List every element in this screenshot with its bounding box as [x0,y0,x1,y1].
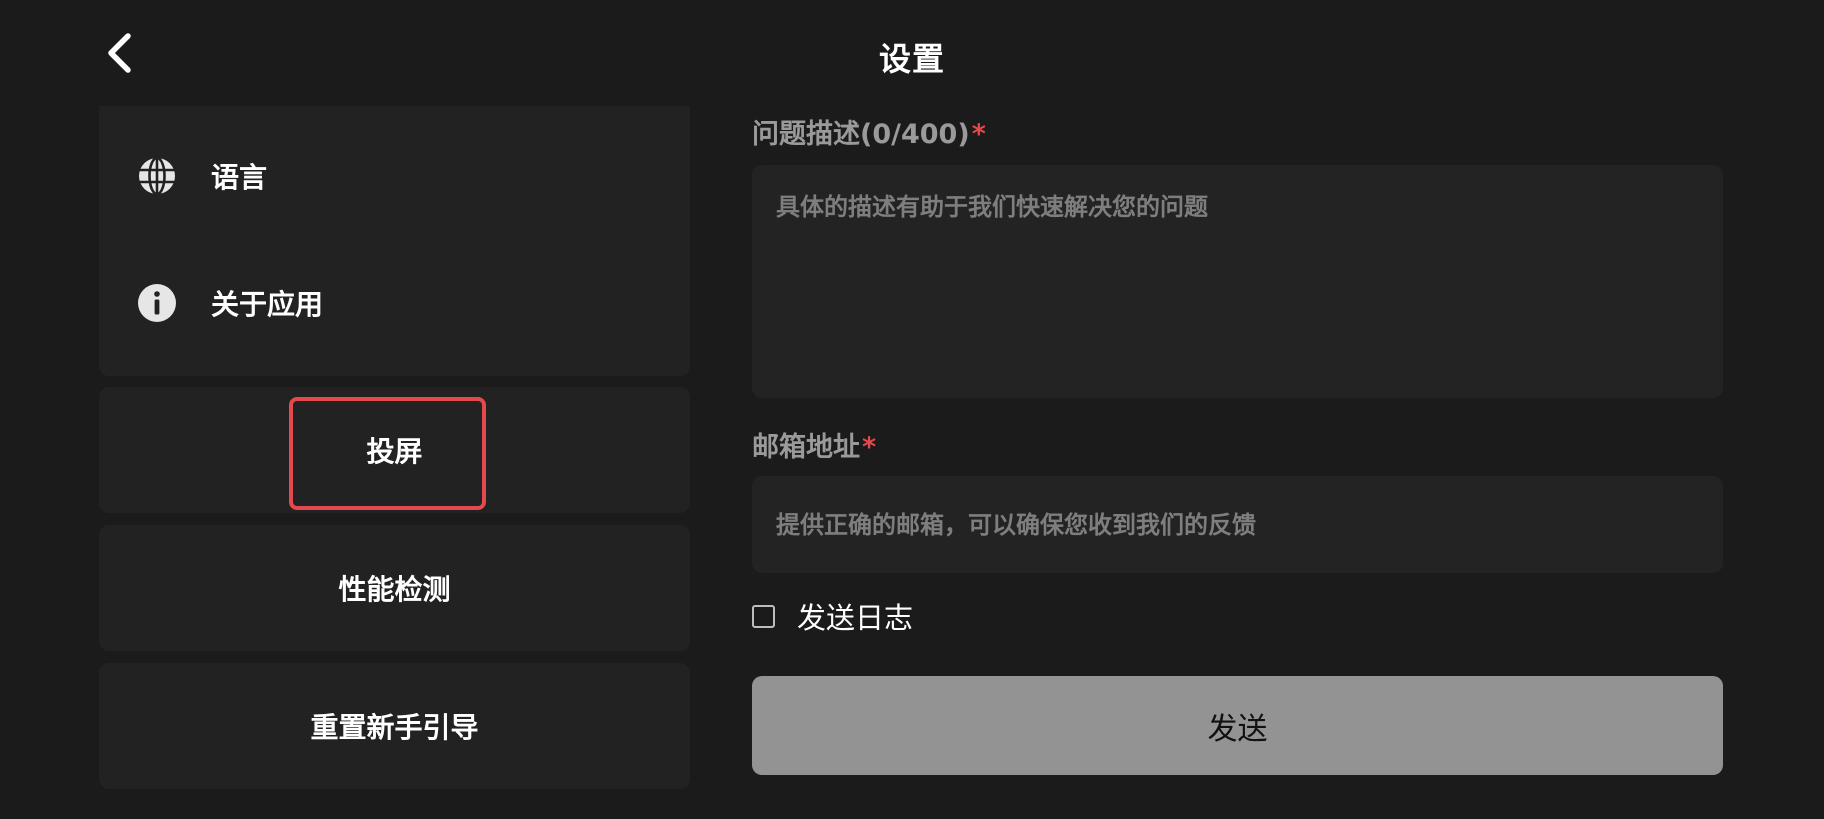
sidebar-item-performance[interactable]: 性能检测 [99,525,690,651]
email-label-text: 邮箱地址 [752,432,860,463]
sidebar-item-label: 关于应用 [211,288,324,321]
info-icon [137,283,177,323]
send-button[interactable]: 发送 [752,676,1723,775]
send-log-checkbox[interactable] [752,604,775,628]
selection-highlight [289,397,486,510]
page-title: 设置 [878,40,945,78]
sidebar-item-label: 重置新手引导 [310,711,479,744]
globe-icon [137,156,177,196]
sidebar-item-about[interactable]: 关于应用 [99,248,690,358]
email-label: 邮箱地址* [752,425,876,464]
sidebar-item-language[interactable]: 语言 [99,121,690,231]
required-mark: * [862,432,877,463]
send-log-label: 发送日志 [797,601,914,635]
sidebar-item-label: 语言 [211,161,268,194]
send-log-toggle[interactable]: 发送日志 [752,596,913,636]
description-label-text: 问题描述(0/400) [752,119,970,150]
required-mark: * [971,119,986,150]
description-label: 问题描述(0/400)* [752,112,986,151]
sidebar-item-reset-guide[interactable]: 重置新手引导 [99,663,690,789]
description-textarea[interactable] [752,165,1723,398]
header: 设置 [0,0,1824,105]
email-input[interactable] [752,476,1723,573]
settings-group-card: 语言 关于应用 [99,106,690,376]
sidebar-item-label: 性能检测 [338,573,451,606]
